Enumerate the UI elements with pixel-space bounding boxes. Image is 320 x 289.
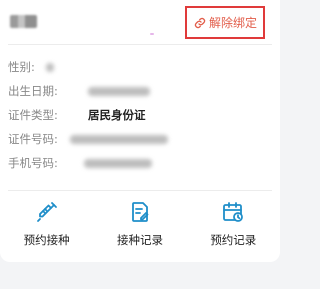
vaccination-record-button[interactable]: 接种记录 — [93, 200, 186, 260]
appointment-record-button[interactable]: 预约记录 — [187, 200, 280, 260]
member-info: 性别: 出生日期: 证件类型: 居民身份证 证件号码: 手机号码: — [8, 55, 272, 175]
book-vaccination-button[interactable]: 预约接种 — [0, 200, 93, 260]
action-bar: 预约接种 接种记录 预约记录 — [0, 200, 280, 260]
id-number-row: 证件号码: — [8, 127, 272, 151]
member-card: 解除绑定 性别: 出生日期: 证件类型: 居民身份证 证件号码: 手机号码: 预… — [0, 0, 280, 262]
book-vaccination-label: 预约接种 — [23, 233, 70, 247]
unbind-button[interactable]: 解除绑定 — [185, 6, 265, 39]
appointment-record-label: 预约记录 — [210, 233, 257, 247]
gender-row: 性别: — [8, 55, 272, 79]
unbind-label: 解除绑定 — [208, 16, 257, 30]
card-header: 解除绑定 — [0, 0, 280, 44]
vaccination-record-label: 接种记录 — [116, 233, 163, 247]
member-name-redacted — [10, 15, 37, 28]
id-type-label: 证件类型: — [8, 108, 58, 122]
syringe-icon — [35, 200, 59, 224]
record-icon — [128, 200, 152, 224]
phone-row: 手机号码: — [8, 151, 272, 175]
actions-divider — [8, 190, 272, 191]
id-type-row: 证件类型: 居民身份证 — [8, 103, 272, 127]
birthdate-row: 出生日期: — [8, 79, 272, 103]
id-number-value-redacted — [70, 135, 168, 144]
phone-label: 手机号码: — [8, 156, 58, 170]
birthdate-value-redacted — [88, 87, 150, 96]
decorative-mark — [150, 33, 154, 35]
id-number-label: 证件号码: — [8, 132, 58, 146]
header-divider — [8, 44, 272, 45]
gender-label: 性别: — [8, 60, 35, 74]
phone-value-redacted — [84, 159, 152, 168]
link-icon — [194, 17, 206, 29]
id-type-value: 居民身份证 — [88, 108, 146, 122]
birthdate-label: 出生日期: — [8, 84, 58, 98]
gender-value-redacted — [46, 63, 54, 72]
calendar-icon — [221, 200, 245, 224]
